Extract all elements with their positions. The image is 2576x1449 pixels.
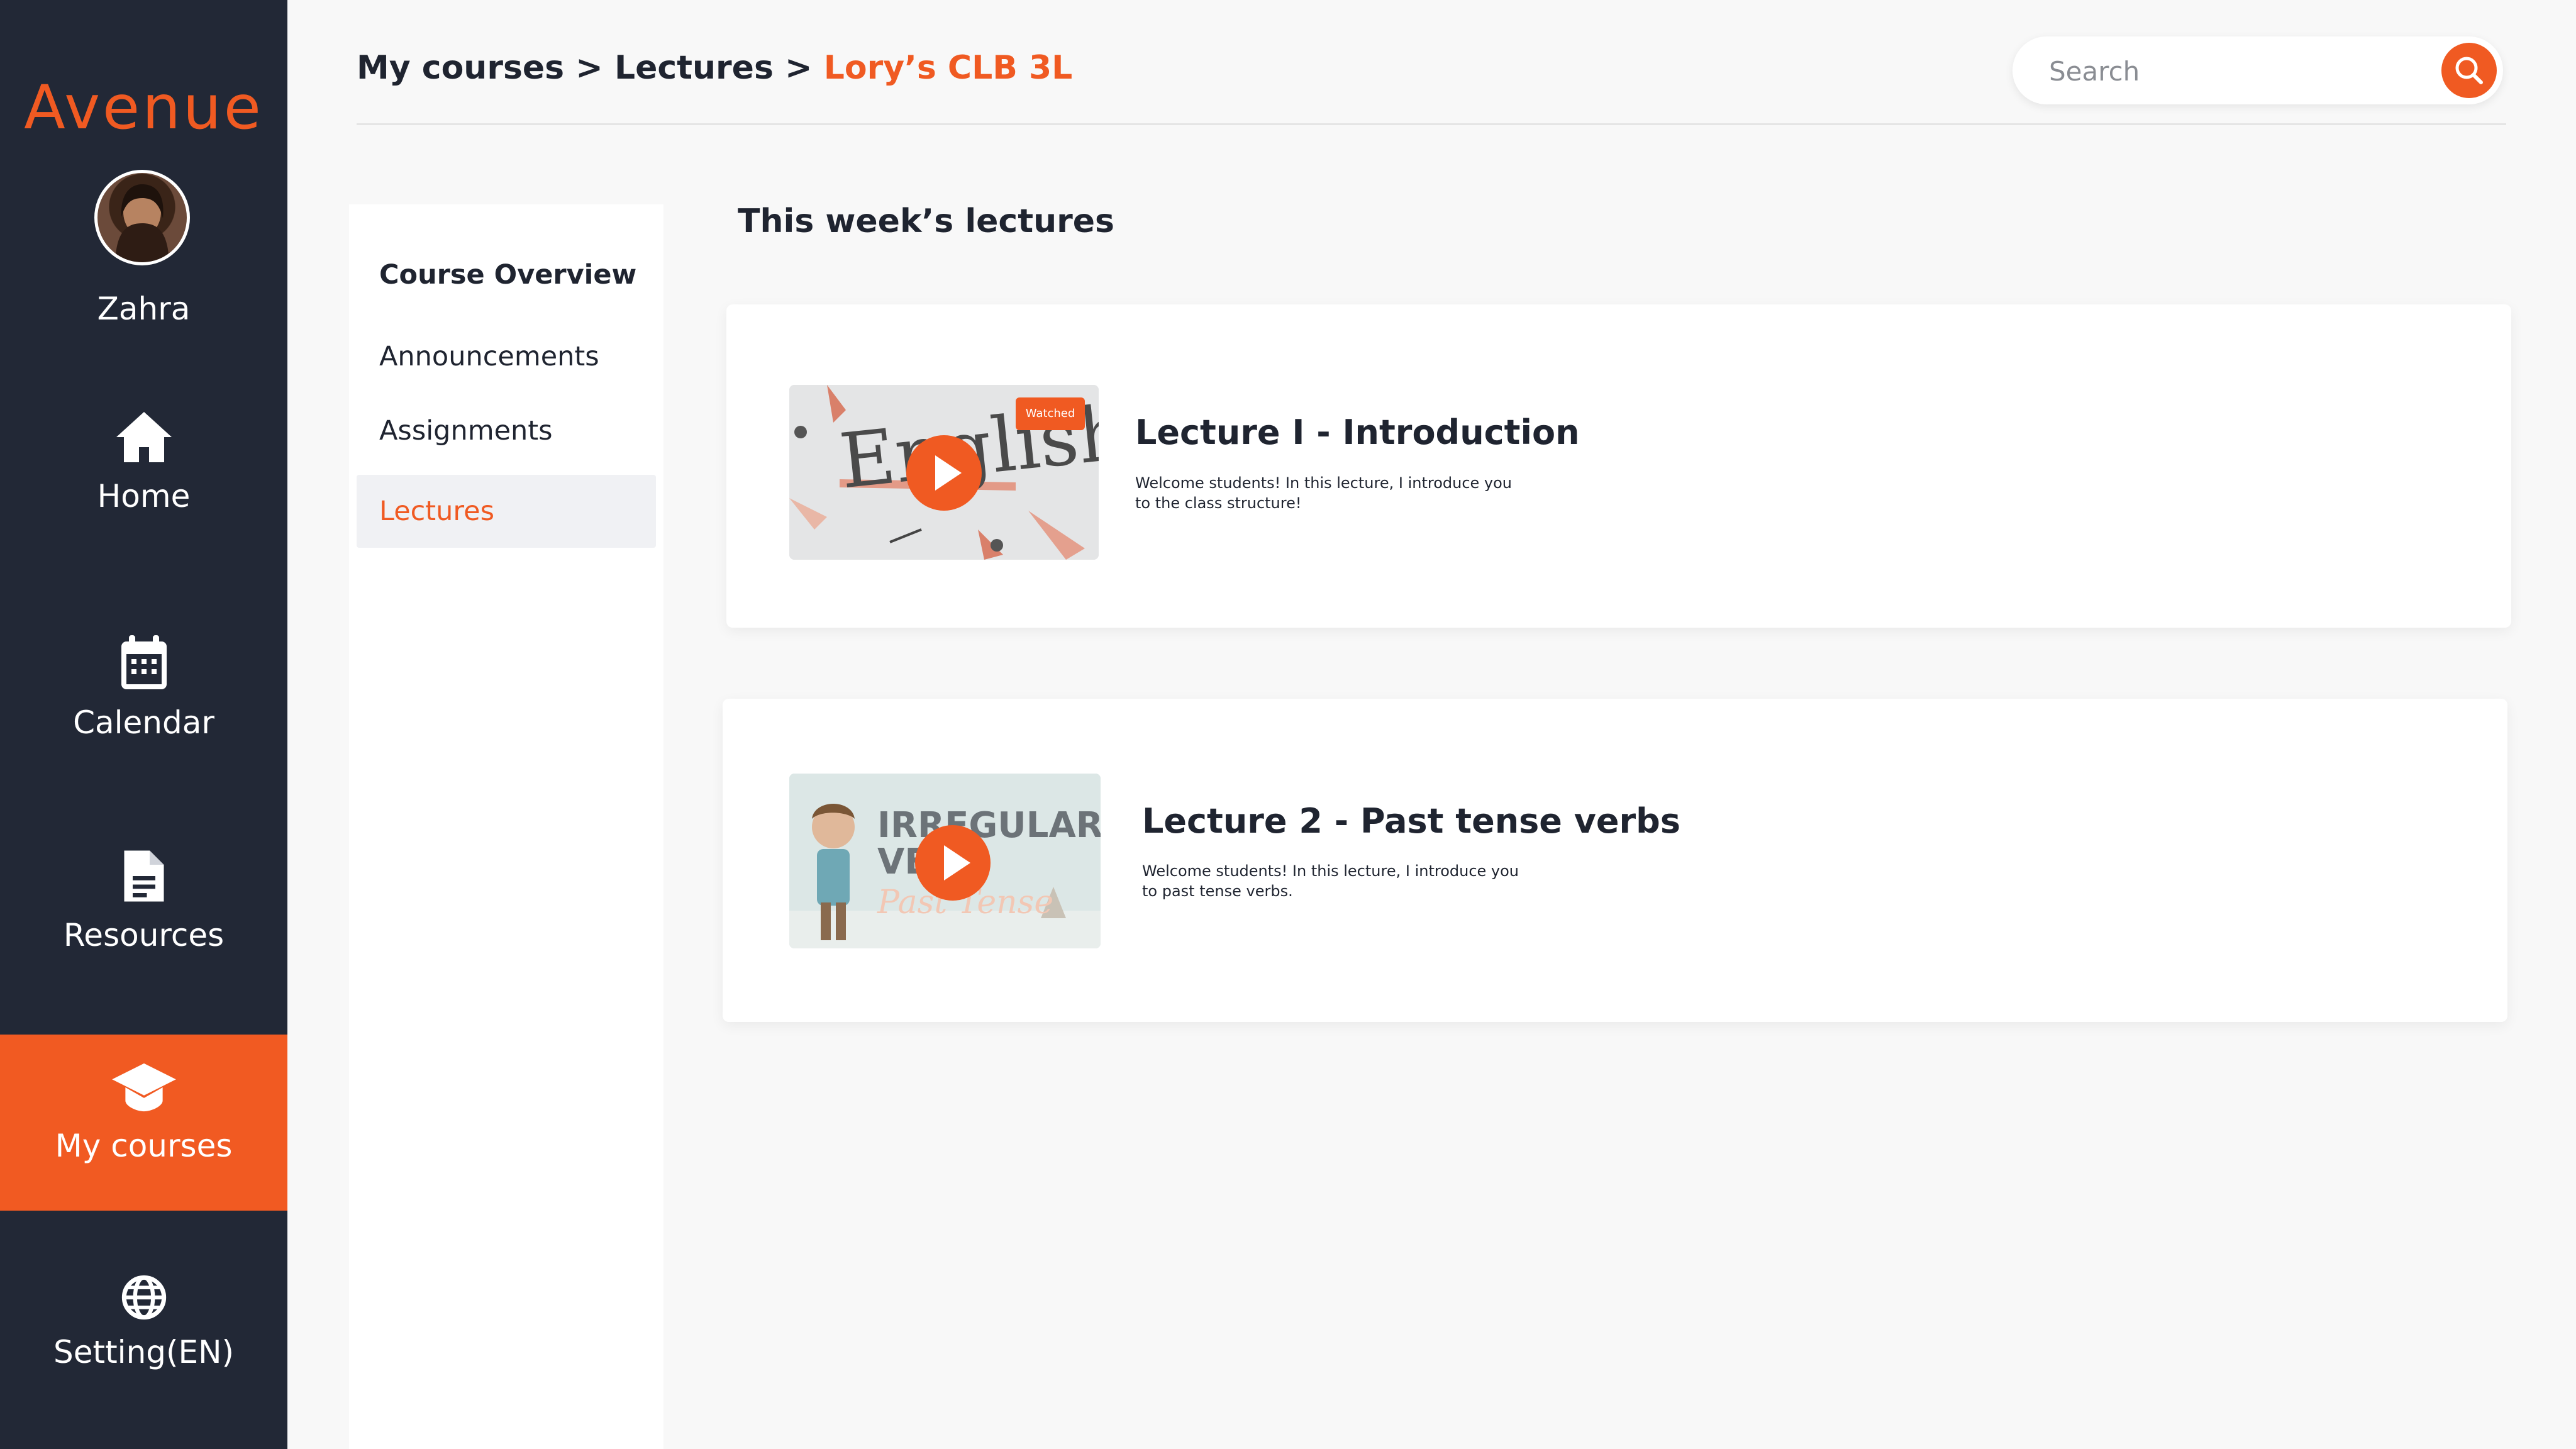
lecture-title[interactable]: Lecture 2 - Past tense verbs (1142, 801, 1680, 841)
play-icon (944, 845, 970, 880)
home-icon (116, 412, 172, 462)
globe-icon (121, 1275, 166, 1320)
graduation-cap-icon (111, 1063, 176, 1112)
course-nav-assignments[interactable]: Assignments (357, 394, 656, 467)
nav-label-resources: Resources (63, 917, 225, 953)
breadcrumb: My courses > Lectures > Lory’s CLB 3L (357, 49, 1072, 87)
play-button[interactable] (915, 825, 991, 901)
breadcrumb-current-course: Lory’s CLB 3L (823, 49, 1073, 87)
search-button[interactable] (2441, 43, 2497, 98)
nav-label-my-courses: My courses (55, 1128, 233, 1164)
nav-item-calendar[interactable]: Calendar (0, 634, 287, 741)
nav-label-calendar: Calendar (73, 704, 214, 741)
course-nav-lectures[interactable]: Lectures (357, 475, 656, 548)
section-title: This week’s lectures (738, 203, 1114, 240)
course-nav-panel: Course Overview Announcements Assignment… (349, 204, 663, 1449)
breadcrumb-separator: > (575, 49, 603, 87)
lecture-title[interactable]: Lecture I - Introduction (1135, 413, 1580, 452)
lecture-thumbnail[interactable]: English Watched (789, 385, 1099, 560)
lecture-description: Welcome students! In this lecture, I int… (1142, 862, 1519, 900)
search-icon (2455, 57, 2483, 84)
user-name: Zahra (97, 291, 191, 327)
calendar-icon (121, 635, 167, 689)
nav-label-home: Home (97, 478, 191, 514)
breadcrumb-my-courses[interactable]: My courses (357, 49, 564, 87)
document-icon (124, 850, 164, 902)
nav-item-resources[interactable]: Resources (0, 848, 287, 953)
user-avatar[interactable] (94, 170, 190, 265)
search-input[interactable] (2048, 53, 2402, 89)
sidebar: Avenue Zahra Home Calendar Resources My … (0, 0, 287, 1449)
nav-item-my-courses[interactable]: My courses (0, 1035, 287, 1211)
breadcrumb-lectures[interactable]: Lectures (614, 49, 774, 87)
app-logo[interactable]: Avenue (0, 72, 287, 143)
header-divider (357, 123, 2506, 125)
lecture-card[interactable]: IRREGULAR VE Past Tense Lecture 2 - Past… (723, 699, 2507, 1022)
play-button[interactable] (906, 435, 982, 511)
nav-item-home[interactable]: Home (0, 409, 287, 514)
lecture-description: Welcome students! In this lecture, I int… (1135, 474, 1513, 512)
course-nav-overview[interactable]: Course Overview (357, 238, 656, 311)
lecture-thumbnail[interactable]: IRREGULAR VE Past Tense (789, 774, 1101, 948)
watched-badge: Watched (1016, 397, 1085, 430)
play-icon (935, 455, 962, 491)
breadcrumb-separator: > (785, 49, 813, 87)
nav-label-settings: Setting(EN) (53, 1334, 235, 1370)
course-nav-announcements[interactable]: Announcements (357, 320, 656, 393)
nav-item-settings[interactable]: Setting(EN) (0, 1274, 287, 1370)
lecture-card[interactable]: English Watched Lecture I - Introduction… (726, 304, 2511, 628)
search-bar (2012, 36, 2503, 104)
